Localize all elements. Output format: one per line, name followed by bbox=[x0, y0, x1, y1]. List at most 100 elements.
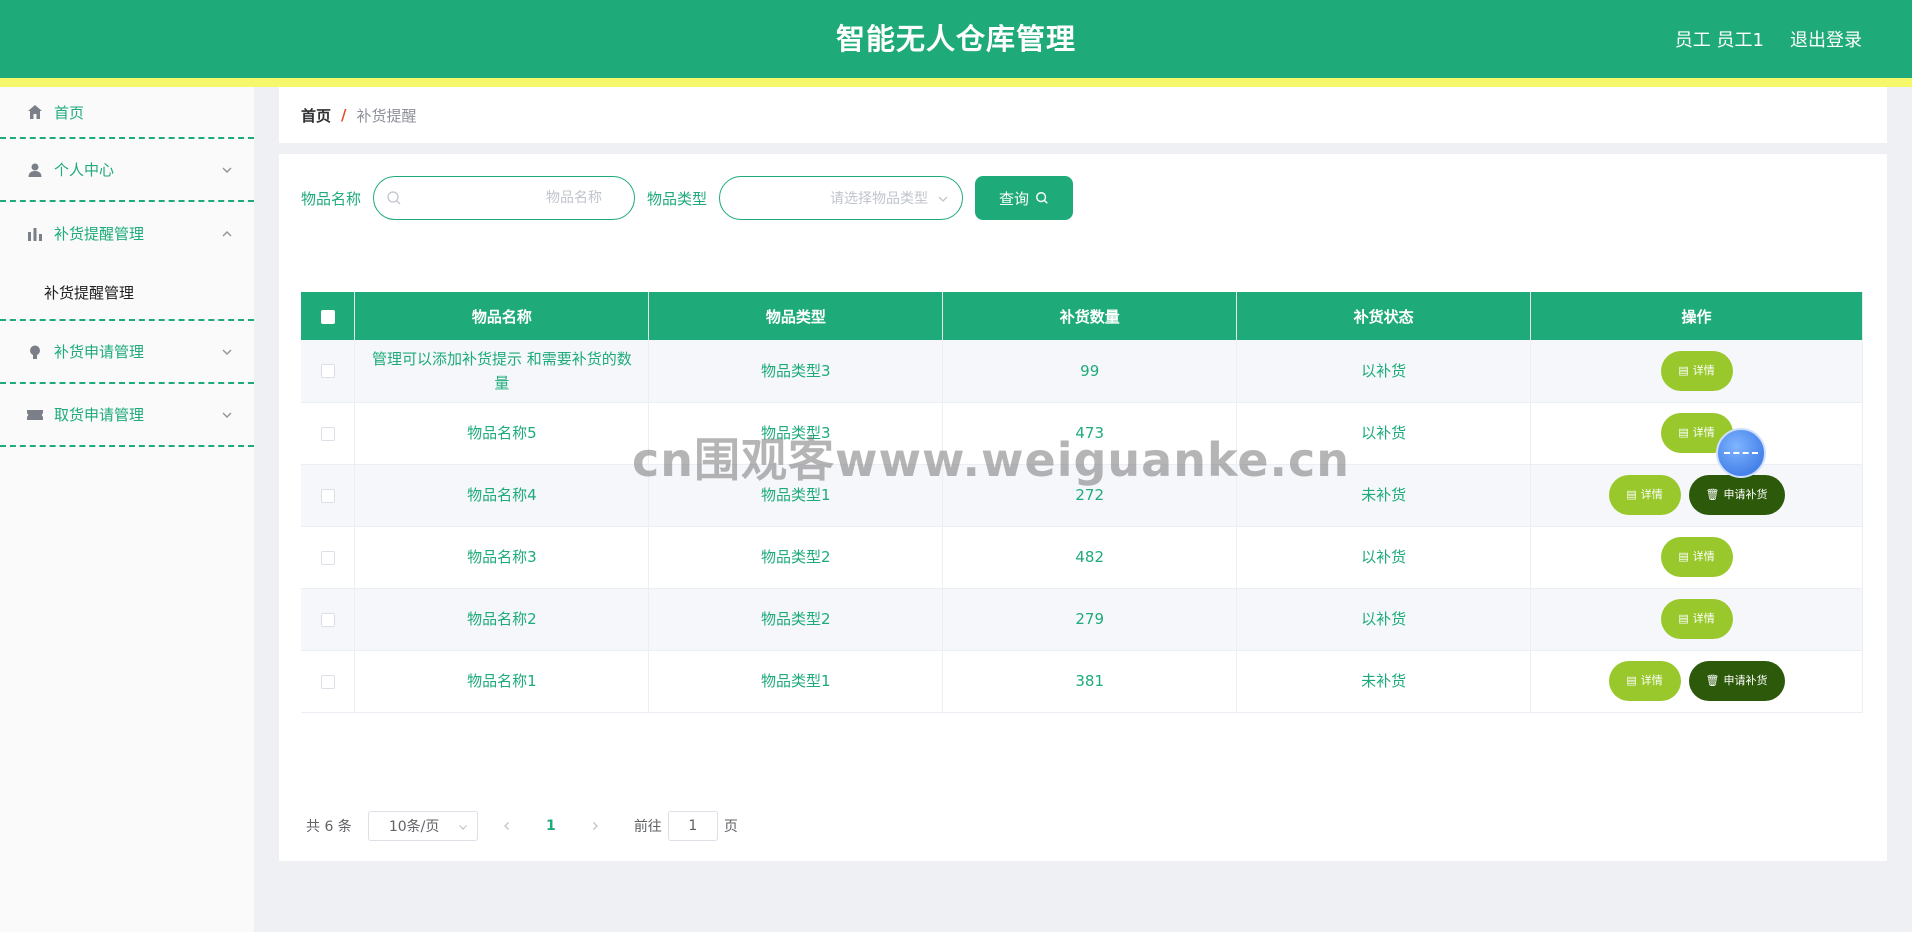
detail-button-label: 详情 bbox=[1640, 674, 1663, 687]
document-icon: ▤ bbox=[1678, 612, 1689, 625]
goto-page-input[interactable]: 1 bbox=[667, 811, 718, 841]
item-type-select[interactable]: 请选择物品类型 bbox=[719, 176, 964, 220]
chevron-down-icon bbox=[222, 167, 232, 173]
row-checkbox[interactable] bbox=[320, 426, 335, 441]
restock-status-cell: 以补货 bbox=[1236, 526, 1532, 589]
detail-button-label: 详情 bbox=[1692, 612, 1715, 625]
row-checkbox[interactable] bbox=[320, 488, 335, 503]
header-stripe bbox=[0, 78, 1912, 87]
home-icon bbox=[26, 103, 44, 121]
detail-button[interactable]: ▤ 详情 bbox=[1660, 599, 1733, 639]
breadcrumb-home[interactable]: 首页 bbox=[301, 105, 331, 126]
prev-page-button[interactable] bbox=[492, 811, 522, 841]
restock-status-cell: 以补货 bbox=[1236, 402, 1532, 465]
table-row: 物品名称3 物品类型2 482 以补货 ▤ 详情 bbox=[301, 526, 1863, 589]
trash-icon: 🗑 bbox=[1705, 674, 1720, 687]
chevron-down-icon bbox=[222, 349, 232, 355]
actions-cell: ▤ 详情 bbox=[1530, 588, 1863, 651]
detail-button[interactable]: ▤ 详情 bbox=[1608, 661, 1681, 701]
apply-restock-button[interactable]: 🗑 申请补货 bbox=[1688, 661, 1785, 701]
item-name-cell: 物品名称1 bbox=[354, 650, 650, 713]
sidebar-item-restock-application[interactable]: 补货申请管理 bbox=[0, 321, 254, 384]
apply-button-label: 申请补货 bbox=[1723, 674, 1768, 687]
document-icon: ▤ bbox=[1678, 550, 1689, 563]
column-header: 物品类型 bbox=[648, 292, 944, 340]
row-select-cell bbox=[301, 340, 356, 403]
restock-status-cell: 以补货 bbox=[1236, 340, 1532, 403]
logout-link[interactable]: 退出登录 bbox=[1790, 26, 1862, 52]
sidebar-subitem-restock-reminder[interactable]: 补货提醒管理 bbox=[0, 265, 254, 321]
table-row: 物品名称1 物品类型1 381 未补货 ▤ 详情 🗑 申请补货 bbox=[301, 650, 1863, 713]
document-icon: ▤ bbox=[1678, 426, 1689, 439]
row-select-cell bbox=[301, 464, 356, 527]
page-size-select[interactable]: 10条/页 bbox=[367, 811, 478, 841]
row-checkbox[interactable] bbox=[320, 612, 335, 627]
lightbulb-icon bbox=[26, 343, 44, 361]
row-checkbox[interactable] bbox=[320, 364, 335, 379]
breadcrumb-separator: / bbox=[341, 106, 347, 124]
item-name-cell: 管理可以添加补货提示 和需要补货的数量 bbox=[354, 340, 650, 403]
sidebar-item-home[interactable]: 首页 bbox=[0, 87, 254, 139]
chevron-down-icon bbox=[222, 412, 232, 418]
item-type-cell: 物品类型3 bbox=[648, 402, 944, 465]
detail-button[interactable]: ▤ 详情 bbox=[1608, 475, 1681, 515]
restock-status-cell: 未补货 bbox=[1236, 650, 1532, 713]
chevron-up-icon bbox=[222, 230, 232, 236]
detail-button-label: 详情 bbox=[1640, 488, 1663, 501]
select-all-cell bbox=[301, 292, 356, 340]
item-name-cell: 物品名称5 bbox=[354, 402, 650, 465]
float-ball-icon bbox=[1724, 452, 1758, 454]
search-icon bbox=[387, 191, 401, 205]
item-type-cell: 物品类型1 bbox=[648, 464, 944, 527]
query-button[interactable]: 查询 bbox=[975, 176, 1074, 220]
restock-status-cell: 以补货 bbox=[1236, 588, 1532, 651]
column-header: 物品名称 bbox=[354, 292, 650, 340]
detail-button-label: 详情 bbox=[1692, 426, 1715, 439]
detail-button[interactable]: ▤ 详情 bbox=[1660, 537, 1733, 577]
row-checkbox[interactable] bbox=[320, 674, 335, 689]
goto-prefix: 前往 bbox=[633, 819, 662, 835]
row-select-cell bbox=[301, 588, 356, 651]
next-page-button[interactable] bbox=[580, 811, 610, 841]
chevron-right-icon bbox=[592, 822, 598, 830]
detail-button[interactable]: ▤ 详情 bbox=[1660, 350, 1733, 391]
restock-qty-cell: 381 bbox=[942, 650, 1238, 713]
restock-qty-cell: 473 bbox=[942, 402, 1238, 465]
main-panel: 物品名称 物品类型 请选择物品类型 查询 物品名称 物品类型 补货数量 补货状态… bbox=[279, 154, 1887, 861]
restock-qty-cell: 99 bbox=[942, 340, 1238, 403]
item-name-label: 物品名称 bbox=[301, 189, 362, 208]
current-user[interactable]: 员工 员工1 bbox=[1675, 26, 1764, 52]
actions-cell: ▤ 详情 🗑 申请补货 bbox=[1530, 650, 1863, 713]
restock-qty-cell: 482 bbox=[942, 526, 1238, 589]
sidebar: 首页 个人中心 补货提醒管理 补货提醒管理 补货申请管理 取货申请管理 bbox=[0, 87, 254, 932]
user-icon bbox=[26, 161, 44, 179]
select-all-checkbox[interactable] bbox=[320, 309, 335, 324]
restock-qty-cell: 279 bbox=[942, 588, 1238, 651]
sidebar-item-pickup-application[interactable]: 取货申请管理 bbox=[0, 384, 254, 447]
row-checkbox[interactable] bbox=[320, 550, 335, 565]
floating-assistant-button[interactable] bbox=[1716, 428, 1766, 478]
sidebar-item-personal-center[interactable]: 个人中心 bbox=[0, 139, 254, 202]
table-row: 物品名称2 物品类型2 279 以补货 ▤ 详情 bbox=[301, 588, 1863, 651]
query-button-label: 查询 bbox=[999, 189, 1030, 208]
sidebar-item-restock-reminder[interactable]: 补货提醒管理 bbox=[0, 202, 254, 265]
breadcrumb: 首页 / 补货提醒 bbox=[279, 87, 1887, 143]
actions-cell: ▤ 详情 bbox=[1530, 526, 1863, 589]
search-form: 物品名称 物品类型 请选择物品类型 查询 bbox=[301, 176, 1074, 220]
pagination-total: 共 6 条 bbox=[306, 819, 352, 835]
item-type-label: 物品类型 bbox=[647, 189, 708, 208]
page-number-current[interactable]: 1 bbox=[536, 818, 566, 834]
sidebar-item-label: 补货提醒管理 bbox=[54, 225, 145, 243]
restock-reminder-table: 物品名称 物品类型 补货数量 补货状态 操作 管理可以添加补货提示 和需要补货的… bbox=[301, 292, 1863, 713]
column-header: 补货数量 bbox=[942, 292, 1238, 340]
apply-restock-button[interactable]: 🗑 申请补货 bbox=[1688, 475, 1785, 515]
actions-cell: ▤ 详情 bbox=[1530, 402, 1863, 465]
item-name-input[interactable] bbox=[374, 177, 635, 219]
item-name-cell: 物品名称3 bbox=[354, 526, 650, 589]
chevron-down-icon bbox=[938, 196, 948, 202]
item-type-placeholder: 请选择物品类型 bbox=[830, 191, 929, 207]
restock-status-cell: 未补货 bbox=[1236, 464, 1532, 527]
row-select-cell bbox=[301, 650, 356, 713]
column-header: 操作 bbox=[1530, 292, 1863, 340]
page-size-value: 10条/页 bbox=[388, 819, 440, 835]
